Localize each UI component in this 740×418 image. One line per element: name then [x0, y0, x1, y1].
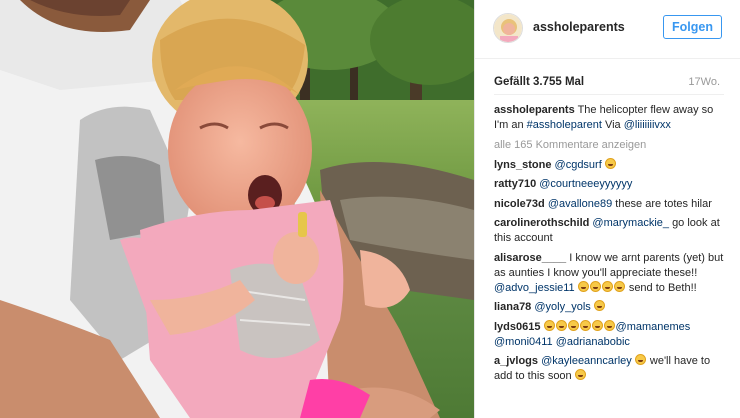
tears-of-joy-emoji-icon [602, 280, 614, 292]
follow-button[interactable]: Folgen [663, 15, 722, 39]
photo-crying-toddler-image [0, 0, 474, 418]
comment-text: these are totes hilar [615, 197, 712, 210]
comment-username[interactable]: alisarose____ [494, 252, 566, 264]
comment-mention[interactable]: @courtneeeyyyyyy [539, 178, 632, 190]
comment-username[interactable]: liana78 [494, 301, 531, 313]
tears-of-joy-emoji-icon [568, 319, 580, 331]
tears-of-joy-emoji-icon [590, 280, 602, 292]
likes-count[interactable]: Gefällt 3.755 Mal [494, 76, 584, 88]
tears-of-joy-emoji-icon [578, 280, 590, 292]
caption-text-via: Via [601, 119, 624, 131]
tears-of-joy-emoji-icon [604, 319, 616, 331]
comment: nicole73d @avallone89 these are totes hi… [494, 197, 730, 212]
comment-text: send to Beth!! [628, 281, 697, 294]
comment-mention[interactable]: @moni0411 [494, 336, 553, 348]
avatar[interactable] [493, 13, 523, 43]
caption-hashtag[interactable]: #assholeparent [527, 119, 602, 131]
comment-username[interactable]: lyds0615 [494, 321, 540, 333]
profile-picture-icon [494, 14, 522, 42]
tears-of-joy-emoji-icon [556, 319, 568, 331]
comment: ratty710 @courtneeeyyyyyy [494, 177, 730, 192]
tears-of-joy-emoji-icon [580, 319, 592, 331]
load-more-comments-link[interactable]: alle 165 Kommentare anzeigen [494, 138, 730, 153]
comment-mention[interactable]: @marymackie_ [592, 217, 669, 229]
tears-of-joy-emoji-icon [594, 300, 606, 311]
tears-of-joy-emoji-icon [592, 319, 604, 331]
comment-mention[interactable]: @yoly_yols [534, 301, 590, 313]
comment-mention[interactable]: @avallone89 [548, 198, 612, 210]
comment: lyds0615 @mamanemes @moni0411 @adrianabo… [494, 319, 730, 350]
comment-username[interactable]: a_jvlogs [494, 355, 538, 367]
comment: liana78 @yoly_yols [494, 300, 730, 315]
tears-of-joy-emoji-icon [635, 354, 647, 365]
comment-username[interactable]: ratty710 [494, 178, 536, 190]
post-timestamp[interactable]: 17Wo. [688, 76, 720, 88]
tears-of-joy-emoji-icon [614, 280, 626, 292]
tears-of-joy-emoji-icon [544, 319, 556, 331]
comment-mention[interactable]: @kayleeanncarley [541, 355, 632, 367]
comment-mention[interactable]: @adrianabobic [556, 336, 630, 348]
tears-of-joy-emoji-icon [605, 157, 617, 169]
caption: assholeparents The helicopter flew away … [494, 103, 730, 133]
comment-username[interactable]: nicole73d [494, 198, 545, 210]
comment: carolinerothschild @marymackie_ go look … [494, 216, 730, 246]
comment: a_jvlogs @kayleeanncarley we'll have to … [494, 354, 730, 384]
comment-mention[interactable]: @advo_jessie11 [494, 282, 575, 294]
comment: lyns_stone @cgdsurf [494, 157, 730, 173]
caption-via-mention[interactable]: @liiiiiiivxx [624, 119, 671, 131]
tears-of-joy-emoji-icon [575, 369, 587, 380]
comment-username[interactable]: carolinerothschild [494, 217, 589, 229]
comments-list: assholeparents The helicopter flew away … [494, 103, 730, 389]
comment-username[interactable]: lyns_stone [494, 159, 551, 171]
comment-mention[interactable]: @cgdsurf [555, 159, 602, 171]
username-link[interactable]: assholeparents [533, 20, 625, 34]
comment: alisarose____ I know we arnt parents (ye… [494, 251, 730, 296]
comment-mention[interactable]: @mamanemes [616, 321, 691, 333]
caption-username[interactable]: assholeparents [494, 104, 575, 116]
post-header: assholeparents Folgen [475, 0, 740, 59]
post-photo[interactable] [0, 0, 474, 418]
divider [494, 94, 724, 95]
post-sidebar: assholeparents Folgen Gefällt 3.755 Mal … [474, 0, 740, 418]
